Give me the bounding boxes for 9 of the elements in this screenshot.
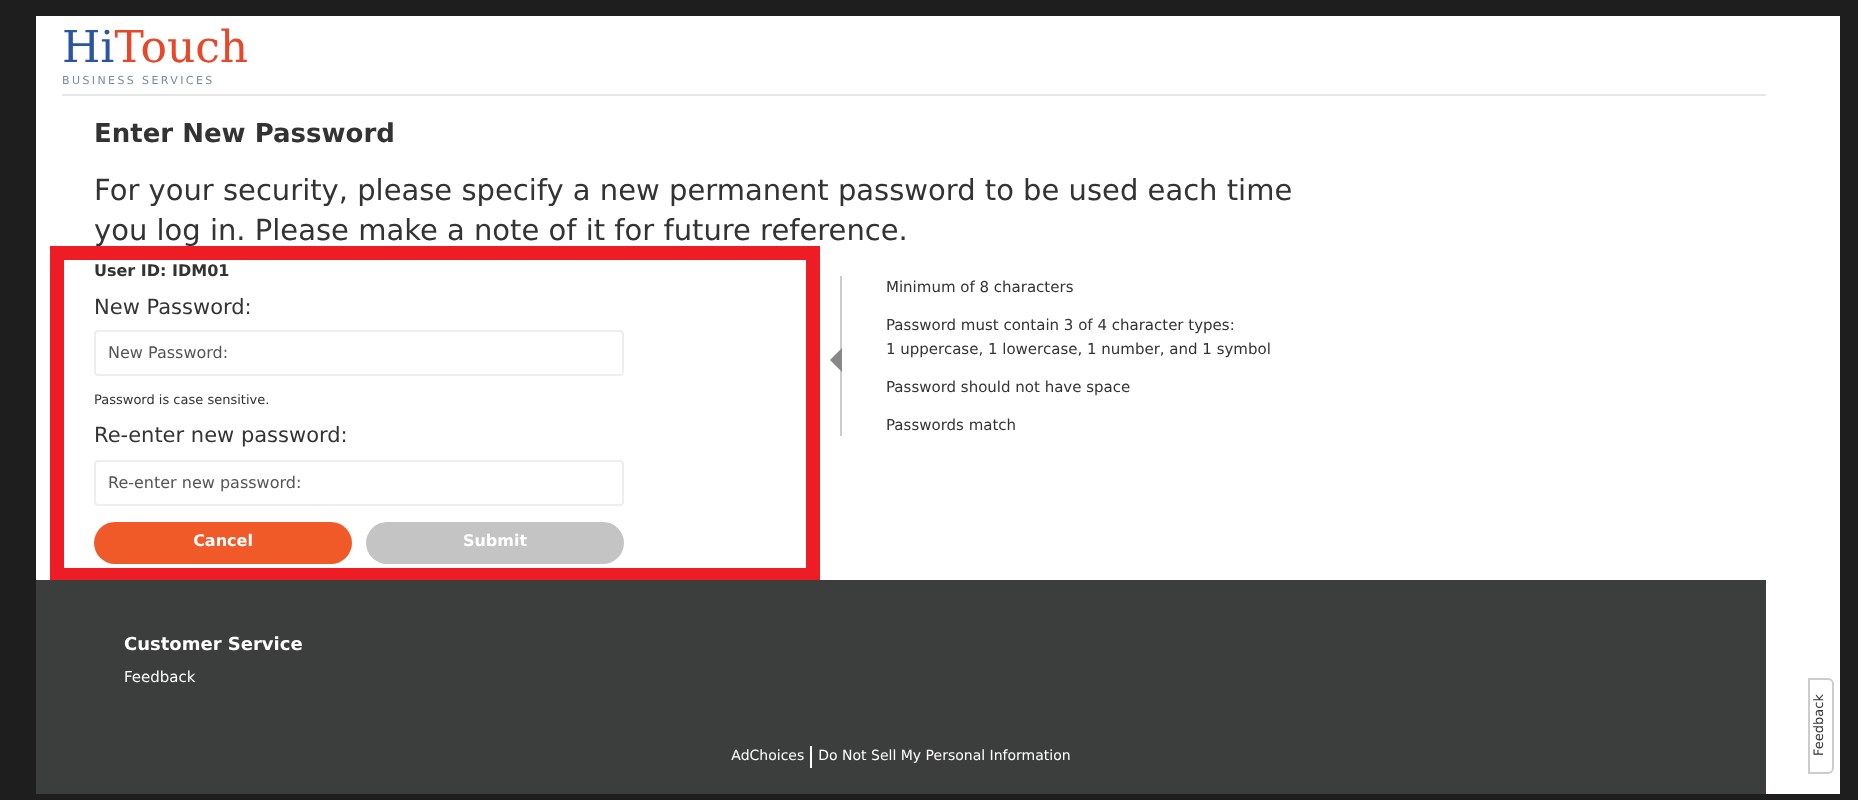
page-title: Enter New Password — [94, 120, 397, 152]
pointer-icon — [830, 347, 842, 372]
intro-text: For your security, please specify a new permanent password to be used each time you log in. Please make a note of it for future reference. — [94, 173, 1294, 252]
password-field[interactable]: New Password: — [94, 330, 624, 377]
password-field[interactable]: Re-enter new password: — [94, 459, 624, 506]
user-id-label: User ID: IDM01 — [94, 259, 232, 284]
field-label: New Password: — [94, 293, 254, 324]
field-label: Re-enter new password: — [94, 422, 350, 453]
footer-heading: Customer Service — [124, 634, 303, 660]
